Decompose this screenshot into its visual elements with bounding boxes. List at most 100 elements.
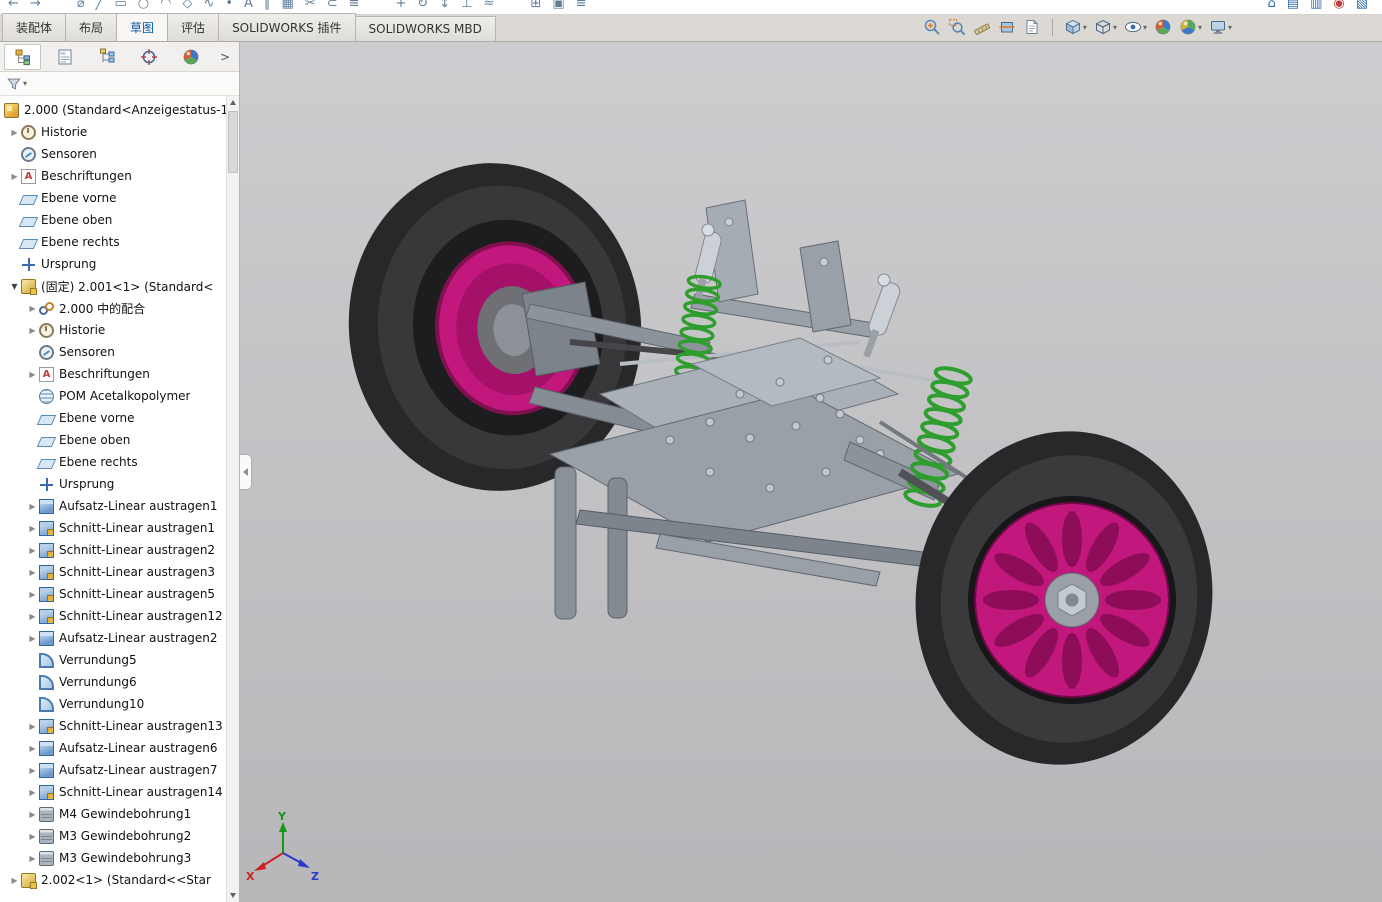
tree-item[interactable]: Ursprung [0, 473, 226, 495]
edit-appearance-icon[interactable] [1154, 18, 1172, 36]
tree-scrollbar[interactable] [226, 96, 239, 902]
point-icon[interactable]: • [225, 0, 233, 14]
tree-item[interactable]: 2.000 (Standard<Anzeigestatus-1> [0, 99, 226, 121]
tree-item[interactable]: ▶Aufsatz-Linear austragen7 [0, 759, 226, 781]
convert-entities-icon[interactable]: ⊂ [327, 0, 338, 14]
dropdown-caret-icon[interactable]: ▾ [1228, 23, 1232, 32]
3d-drawing-view-icon[interactable] [1023, 18, 1041, 36]
expand-arrow-icon[interactable]: ▶ [8, 876, 21, 885]
zoom-to-area-icon[interactable] [948, 18, 966, 36]
offset-entities-icon[interactable]: ≡ [349, 0, 360, 14]
tree-item[interactable]: ▶Schnitt-Linear austragen1 [0, 517, 226, 539]
tree-item[interactable]: Ebene rechts [0, 451, 226, 473]
tree-item[interactable]: ▶Schnitt-Linear austragen5 [0, 583, 226, 605]
expand-arrow-icon[interactable]: ▶ [26, 832, 39, 841]
expand-arrow-icon[interactable]: ▶ [26, 546, 39, 555]
scroll-up-arrow-icon[interactable] [227, 96, 239, 109]
previous-view-icon[interactable] [973, 18, 991, 36]
polygon-icon[interactable]: ◇ [182, 0, 192, 14]
tree-item[interactable]: ▶M3 Gewindebohrung2 [0, 825, 226, 847]
tree-item[interactable]: ▶2.000 中的配合 [0, 297, 226, 319]
expand-arrow-icon[interactable]: ▶ [26, 590, 39, 599]
expand-arrow-icon[interactable]: ▶ [26, 634, 39, 643]
rectangle-icon[interactable]: ▭ [114, 0, 126, 14]
tree-item[interactable]: Ursprung [0, 253, 226, 275]
expand-arrow-icon[interactable]: ▶ [8, 128, 21, 137]
tree-item[interactable]: Ebene rechts [0, 231, 226, 253]
ribbon-tab-mbd[interactable]: SOLIDWORKS MBD [355, 16, 496, 41]
section-view-icon[interactable] [998, 18, 1016, 36]
ribbon-tab-sketch[interactable]: 草图 [116, 13, 168, 41]
expand-arrow-icon[interactable]: ▶ [8, 172, 21, 181]
propertymanager-tab[interactable] [46, 44, 83, 70]
tree-item[interactable]: Verrundung6 [0, 671, 226, 693]
trim-entities-icon[interactable]: ✂ [305, 0, 316, 14]
filter-caret-icon[interactable]: ▾ [23, 79, 27, 88]
spline-icon[interactable]: ∿ [203, 0, 214, 14]
tree-item[interactable]: ▶Aufsatz-Linear austragen1 [0, 495, 226, 517]
dropdown-caret-icon[interactable]: ▾ [1113, 23, 1117, 32]
previous-icon[interactable]: ← [8, 0, 19, 14]
solidworks-resources-icon[interactable]: ⌂ [1268, 0, 1276, 14]
tree-item[interactable]: ▼(固定) 2.001<1> (Standard< [0, 275, 226, 297]
tree-item[interactable]: Ebene vorne [0, 187, 226, 209]
file-explorer-icon[interactable]: ▥ [1310, 0, 1322, 14]
expand-arrow-icon[interactable]: ▶ [26, 612, 39, 621]
model-canvas[interactable]: X Y Z [240, 42, 1382, 902]
graphics-viewport[interactable]: X Y Z [240, 42, 1382, 902]
scale-entities-icon[interactable]: ↕ [439, 0, 450, 14]
tree-item[interactable]: ▶Beschriftungen [0, 363, 226, 385]
display-relations-icon[interactable]: ⊥ [461, 0, 472, 14]
hide-show-items-icon[interactable]: ▾ [1124, 18, 1147, 36]
mirror-entities-icon[interactable]: ∥ [264, 0, 271, 14]
dimxpertmanager-tab[interactable] [130, 44, 167, 70]
ribbon-tab-addins[interactable]: SOLIDWORKS 插件 [218, 13, 355, 41]
snap-settings-icon[interactable]: ▣ [552, 0, 564, 14]
tree-item[interactable]: ▶Historie [0, 319, 226, 341]
expand-arrow-icon[interactable]: ▶ [26, 568, 39, 577]
tree-item[interactable]: ▶2.002<1> (Standard<<Star [0, 869, 226, 891]
circle-icon[interactable]: ○ [138, 0, 149, 14]
design-library-icon[interactable]: ▤ [1287, 0, 1299, 14]
move-entities-icon[interactable]: + [395, 0, 406, 14]
expand-arrow-icon[interactable]: ▶ [26, 744, 39, 753]
options-icon[interactable]: ≡ [576, 0, 587, 14]
expand-arrow-icon[interactable]: ▶ [26, 326, 39, 335]
apply-scene-icon[interactable]: ▾ [1179, 18, 1202, 36]
collapse-panel-button[interactable] [240, 454, 252, 490]
expand-arrow-icon[interactable]: ▶ [26, 788, 39, 797]
dropdown-caret-icon[interactable]: ▾ [1198, 23, 1202, 32]
tree-item[interactable]: POM Acetalkopolymer [0, 385, 226, 407]
panel-expand-button[interactable]: > [215, 50, 235, 64]
line-icon[interactable]: ╱ [96, 0, 104, 14]
grid-settings-icon[interactable]: ⊞ [530, 0, 541, 14]
linear-pattern-icon[interactable]: ▦ [281, 0, 293, 14]
ribbon-tab-assembly[interactable]: 装配体 [2, 13, 66, 41]
expand-arrow-icon[interactable]: ▶ [26, 810, 39, 819]
tree-item[interactable]: ▶Aufsatz-Linear austragen6 [0, 737, 226, 759]
text-icon[interactable]: A [244, 0, 253, 14]
next-icon[interactable]: → [30, 0, 41, 14]
appearances-scenes-icon[interactable]: ◉ [1333, 0, 1344, 14]
scrollbar-thumb[interactable] [228, 111, 238, 173]
featuremanager-tab[interactable] [4, 44, 41, 70]
tree-item[interactable]: Verrundung10 [0, 693, 226, 715]
expand-arrow-icon[interactable]: ▶ [26, 854, 39, 863]
arc-icon[interactable]: ◠ [160, 0, 171, 14]
dropdown-caret-icon[interactable]: ▾ [1143, 23, 1147, 32]
tree-item[interactable]: ▶Schnitt-Linear austragen14 [0, 781, 226, 803]
configurationmanager-tab[interactable] [88, 44, 125, 70]
expand-arrow-icon[interactable]: ▶ [26, 722, 39, 731]
rotate-entities-icon[interactable]: ↻ [417, 0, 428, 14]
filter-funnel-icon[interactable]: ▾ [6, 76, 27, 92]
expand-arrow-icon[interactable]: ▶ [26, 524, 39, 533]
expand-arrow-icon[interactable]: ▶ [26, 304, 39, 313]
tree-item[interactable]: Ebene oben [0, 209, 226, 231]
displaymanager-tab[interactable] [172, 44, 209, 70]
expand-arrow-icon[interactable]: ▶ [26, 370, 39, 379]
scroll-down-arrow-icon[interactable] [227, 889, 239, 902]
sketch-snaps-icon[interactable]: ≈ [484, 0, 495, 14]
display-style-icon[interactable]: ▾ [1094, 18, 1117, 36]
view-settings-icon[interactable]: ▾ [1209, 18, 1232, 36]
tree-item[interactable]: Verrundung5 [0, 649, 226, 671]
